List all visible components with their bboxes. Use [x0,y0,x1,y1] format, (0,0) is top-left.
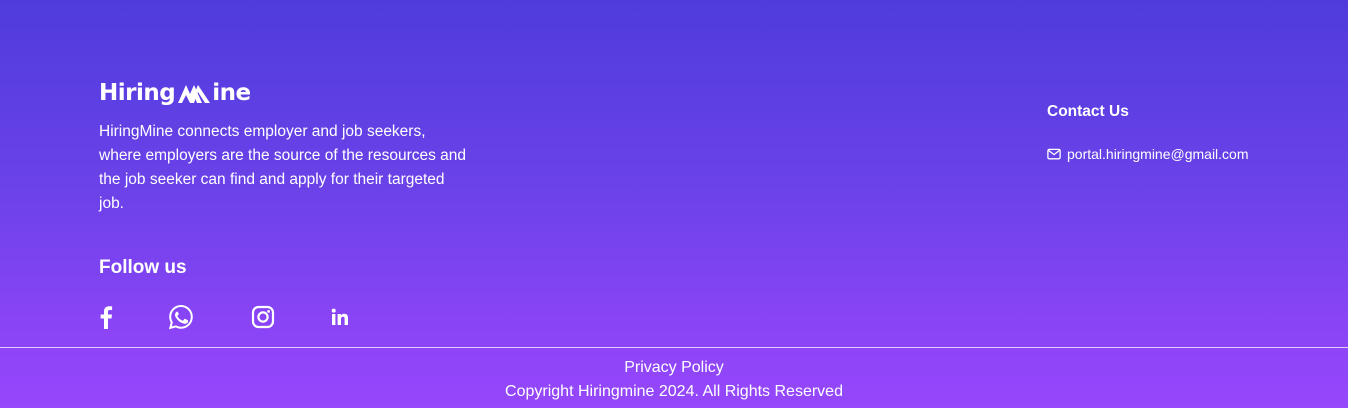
contact-us-heading: Contact Us [1047,103,1129,120]
brand-description: HiringMine connects employer and job see… [99,123,467,212]
instagram-link[interactable] [251,304,275,330]
contact-email-link[interactable]: portal.hiringmine@gmail.com [1047,145,1249,163]
facebook-link[interactable] [99,304,113,330]
footer-divider [0,347,1348,348]
footer: Hiring ine HiringMine connects employer … [0,0,1348,408]
logo-text-hiring: Hiring [99,80,176,106]
follow-us-heading: Follow us [99,257,187,278]
brand-section: Hiring ine HiringMine connects employer … [99,79,479,216]
logo-mountain-icon [178,85,211,103]
logo-text-ine: ine [212,80,251,106]
linkedin-link[interactable] [331,304,349,330]
linkedin-icon [331,308,348,325]
whatsapp-link[interactable] [168,304,194,330]
mail-icon [1047,148,1061,160]
footer-bottom: Privacy Policy Copyright Hiringmine 2024… [0,356,1348,404]
instagram-icon [251,305,275,329]
copyright-text: Copyright Hiringmine 2024. All Rights Re… [505,383,843,400]
whatsapp-icon [168,304,193,330]
hiringmine-logo[interactable]: Hiring ine [99,79,479,107]
facebook-icon [100,306,113,329]
privacy-policy-link[interactable]: Privacy Policy [624,356,724,380]
contact-email-text: portal.hiringmine@gmail.com [1067,146,1249,162]
